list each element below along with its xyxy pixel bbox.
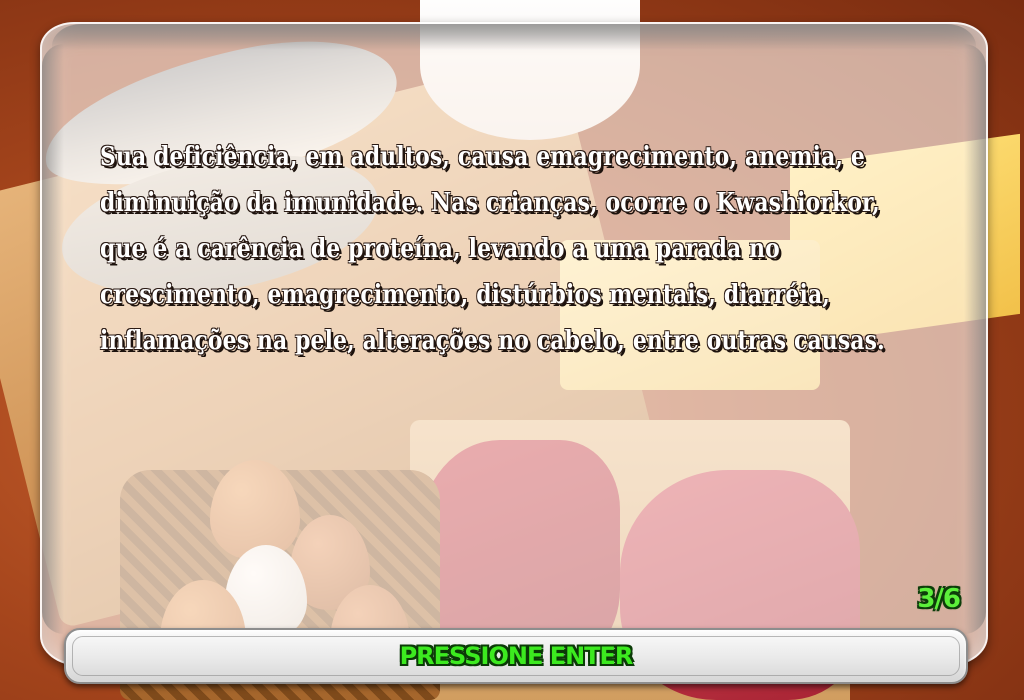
game-screen: Sua deficiência, em adultos, causa emagr… — [0, 0, 1024, 700]
page-counter: 3/6 — [917, 584, 961, 614]
dialog-line: crescimento, emagrecimento, distúrbios m… — [100, 280, 831, 310]
panel-top-edge — [52, 24, 976, 50]
dialog-text: Sua deficiência, em adultos, causa emagr… — [100, 134, 948, 364]
panel-right-edge — [964, 44, 986, 634]
press-enter-label: PRESSIONE ENTER — [399, 642, 634, 670]
press-enter-button[interactable]: PRESSIONE ENTER — [64, 628, 968, 684]
dialog-line: inflamações na pele, alterações no cabel… — [100, 326, 885, 356]
dialog-line: diminuição da imunidade. Nas crianças, o… — [100, 188, 880, 218]
dialog-line: Sua deficiência, em adultos, causa emagr… — [100, 142, 866, 172]
dialog-line: que é a carência de proteína, levando a … — [100, 234, 780, 264]
panel-left-edge — [42, 44, 64, 634]
